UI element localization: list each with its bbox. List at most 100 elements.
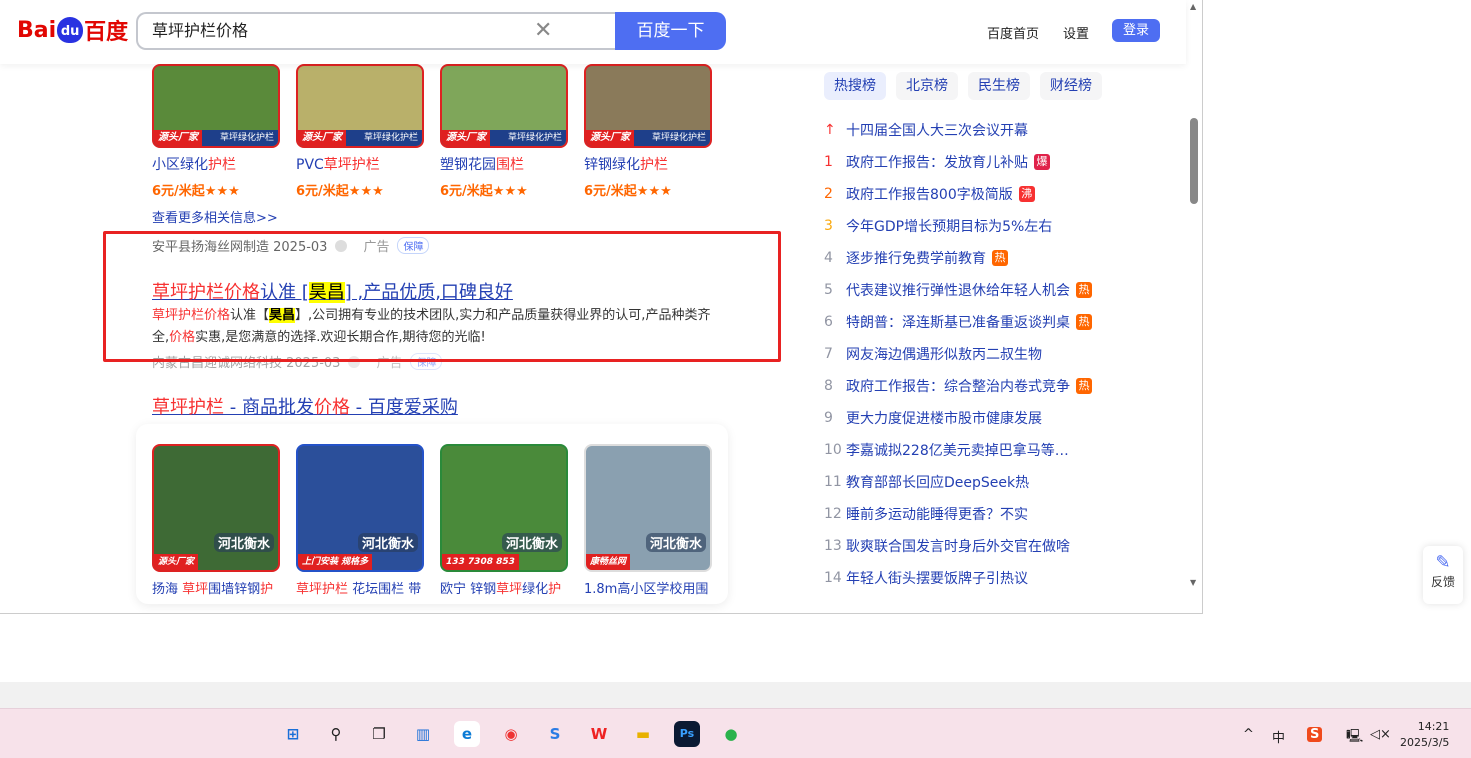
product-card[interactable]: 草坪绿化护栏 源头厂家 小区绿化护栏 6元/米起★★★ <box>152 64 280 199</box>
shop-grid: 河北衡水 源头厂家 扬海 草坪围墙锌钢护 河北衡水 上门安装 规格多 草坪护栏 … <box>152 444 712 597</box>
shop-title[interactable]: 草坪护栏 花坛围栏 带 <box>296 578 424 597</box>
hot-item[interactable]: 11 教育部部长回应DeepSeek热 <box>824 466 1164 498</box>
hot-item[interactable]: 5 代表建议推行弹性退休给年轻人机会 热 <box>824 274 1164 306</box>
product-image[interactable]: 草坪绿化护栏 源头厂家 <box>152 64 280 148</box>
clock[interactable]: 14:21 2025/3/5 <box>1400 719 1449 751</box>
hot-item[interactable]: 12 睡前多运动能睡得更香？不实 <box>824 498 1164 530</box>
settings-link[interactable]: 设置 <box>1063 23 1089 42</box>
shop-image[interactable]: 河北衡水 133 7308 853 <box>440 444 568 572</box>
annotation-box <box>103 231 781 362</box>
hot-badge: 沸 <box>1018 186 1035 202</box>
hot-tab[interactable]: 北京榜 <box>896 72 958 100</box>
shop-card[interactable]: 河北衡水 上门安装 规格多 草坪护栏 花坛围栏 带 <box>296 444 424 597</box>
title-text: 围墙锌钢 <box>208 582 261 597</box>
hot-item[interactable]: 13 耿爽联合国发言时身后外交官在做啥 <box>824 530 1164 562</box>
product-image[interactable]: 草坪绿化护栏 源头厂家 <box>440 64 568 148</box>
hot-item[interactable]: ↑ 十四届全国人大三次会议开幕 <box>824 114 1164 146</box>
product-card[interactable]: 草坪绿化护栏 源头厂家 锌钢绿化护栏 6元/米起★★★ <box>584 64 712 199</box>
hot-tab[interactable]: 财经榜 <box>1040 72 1102 100</box>
baidu-logo[interactable]: Bai du 百度 <box>17 14 128 46</box>
shop-card[interactable]: 河北衡水 源头厂家 扬海 草坪围墙锌钢护 <box>152 444 280 597</box>
chrome-icon[interactable]: ◉ <box>498 721 524 747</box>
tray-expand-icon[interactable]: ^ <box>1243 727 1254 742</box>
hot-item[interactable]: 8 政府工作报告：综合整治内卷式竞争 热 <box>824 370 1164 402</box>
product-title[interactable]: 锌钢绿化护栏 <box>584 154 712 174</box>
hot-title[interactable]: 十四届全国人大三次会议开幕 <box>846 120 1028 140</box>
hot-item[interactable]: 3 今年GDP增长预期目标为5%左右 <box>824 210 1164 242</box>
hot-item[interactable]: 9 更大力度促进楼市股市健康发展 <box>824 402 1164 434</box>
title-text: 绿化 <box>522 582 549 597</box>
hot-title[interactable]: 政府工作报告：发放育儿补贴 <box>846 152 1028 172</box>
product-price: 6元/米起★★★ <box>584 184 672 199</box>
hot-title[interactable]: 教育部部长回应DeepSeek热 <box>846 472 1029 492</box>
product-title[interactable]: 塑钢花园围栏 <box>440 154 568 174</box>
hot-title[interactable]: 李嘉诚拟228亿美元卖掉巴拿马等… <box>846 440 1069 460</box>
hot-item[interactable]: 7 网友海边偶遇形似敖丙二叔生物 <box>824 338 1164 370</box>
home-link[interactable]: 百度首页 <box>987 23 1039 42</box>
search-button[interactable]: 百度一下 <box>615 12 726 50</box>
shop-title[interactable]: 欧宁 锌钢草坪绿化护 <box>440 578 568 597</box>
title-text: 欧宁 锌钢 <box>440 582 497 597</box>
hot-item[interactable]: 1 政府工作报告：发放育儿补贴 爆 <box>824 146 1164 178</box>
more-info-link[interactable]: 查看更多相关信息>> <box>152 207 278 226</box>
hot-item[interactable]: 6 特朗普：泽连斯基已准备重返谈判桌 热 <box>824 306 1164 338</box>
hot-title[interactable]: 代表建议推行弹性退休给年轻人机会 <box>846 280 1070 300</box>
scroll-up-icon[interactable]: ▲ <box>1190 2 1196 11</box>
photoshop-icon[interactable]: Ps <box>674 721 700 747</box>
hot-title[interactable]: 更大力度促进楼市股市健康发展 <box>846 408 1042 428</box>
product-image[interactable]: 草坪绿化护栏 源头厂家 <box>296 64 424 148</box>
hot-title[interactable]: 今年GDP增长预期目标为5%左右 <box>846 216 1052 236</box>
feedback-button[interactable]: ✎ 反馈 <box>1423 546 1463 604</box>
title-text: 锌钢绿化 <box>584 157 640 173</box>
clear-icon[interactable]: ✕ <box>534 18 552 43</box>
product-image[interactable]: 草坪绿化护栏 源头厂家 <box>584 64 712 148</box>
product-title[interactable]: PVC草坪护栏 <box>296 154 424 174</box>
shop-title[interactable]: 1.8m高小区学校用围 <box>584 578 712 597</box>
shop-image[interactable]: 河北衡水 源头厂家 <box>152 444 280 572</box>
widgets-icon[interactable]: ▥ <box>410 721 436 747</box>
hot-title[interactable]: 特朗普：泽连斯基已准备重返谈判桌 <box>846 312 1070 332</box>
volume-muted-icon[interactable]: ◁× <box>1370 727 1391 742</box>
ime-indicator[interactable]: 中 <box>1272 727 1285 746</box>
shop-card[interactable]: 河北衡水 133 7308 853 欧宁 锌钢草坪绿化护 <box>440 444 568 597</box>
hot-item[interactable]: 14 年轻人街头摆要饭牌子引热议 <box>824 562 1164 594</box>
product-card[interactable]: 草坪绿化护栏 源头厂家 塑钢花园围栏 6元/米起★★★ <box>440 64 568 199</box>
scrollbar-thumb[interactable] <box>1190 118 1198 204</box>
edge-icon[interactable]: e <box>454 721 480 747</box>
search-icon[interactable]: ⚲ <box>323 721 349 747</box>
wechat-icon[interactable]: ● <box>718 721 744 747</box>
hot-rank: 10 <box>824 442 842 458</box>
result-title-aicaigou[interactable]: 草坪护栏 - 商品批发价格 - 百度爱采购 <box>152 393 458 419</box>
scrollbar[interactable]: ▲ ▼ <box>1187 0 1201 596</box>
hot-item[interactable]: 4 逐步推行免费学前教育 热 <box>824 242 1164 274</box>
file-explorer-icon[interactable]: ▬ <box>630 721 656 747</box>
hot-item[interactable]: 2 政府工作报告800字极简版 沸 <box>824 178 1164 210</box>
shop-title[interactable]: 扬海 草坪围墙锌钢护 <box>152 578 280 597</box>
shop-card[interactable]: 河北衡水 康畅丝网 1.8m高小区学校用围 <box>584 444 712 597</box>
task-view-icon[interactable]: ❐ <box>366 721 392 747</box>
network-icon[interactable]: 🖳 <box>1346 727 1363 749</box>
hot-title[interactable]: 网友海边偶遇形似敖丙二叔生物 <box>846 344 1042 364</box>
hot-title[interactable]: 年轻人街头摆要饭牌子引热议 <box>846 568 1028 588</box>
start-icon[interactable]: ⊞ <box>280 721 306 747</box>
hot-rank: 11 <box>824 474 842 490</box>
login-button[interactable]: 登录 <box>1112 19 1160 42</box>
shop-image[interactable]: 河北衡水 上门安装 规格多 <box>296 444 424 572</box>
sogou-ime-icon[interactable]: S <box>1307 727 1323 742</box>
hot-title[interactable]: 耿爽联合国发言时身后外交官在做啥 <box>846 536 1070 556</box>
shop-image[interactable]: 河北衡水 康畅丝网 <box>584 444 712 572</box>
hot-title[interactable]: 逐步推行免费学前教育 <box>846 248 986 268</box>
hot-tab[interactable]: 热搜榜 <box>824 72 886 100</box>
hot-title[interactable]: 政府工作报告：综合整治内卷式竞争 <box>846 376 1070 396</box>
hot-title[interactable]: 政府工作报告800字极简版 <box>846 184 1013 204</box>
scroll-down-icon[interactable]: ▼ <box>1190 578 1196 587</box>
hot-item[interactable]: 10 李嘉诚拟228亿美元卖掉巴拿马等… <box>824 434 1164 466</box>
hot-tab[interactable]: 民生榜 <box>968 72 1030 100</box>
sogou-browser-icon[interactable]: S <box>542 721 568 747</box>
hot-title[interactable]: 睡前多运动能睡得更香？不实 <box>846 504 1028 524</box>
wps-icon[interactable]: W <box>586 721 612 747</box>
product-card[interactable]: 草坪绿化护栏 源头厂家 PVC草坪护栏 6元/米起★★★ <box>296 64 424 199</box>
title-highlight: 草坪护栏 <box>152 397 224 418</box>
hot-rank: 7 <box>824 346 833 362</box>
product-title[interactable]: 小区绿化护栏 <box>152 154 280 174</box>
